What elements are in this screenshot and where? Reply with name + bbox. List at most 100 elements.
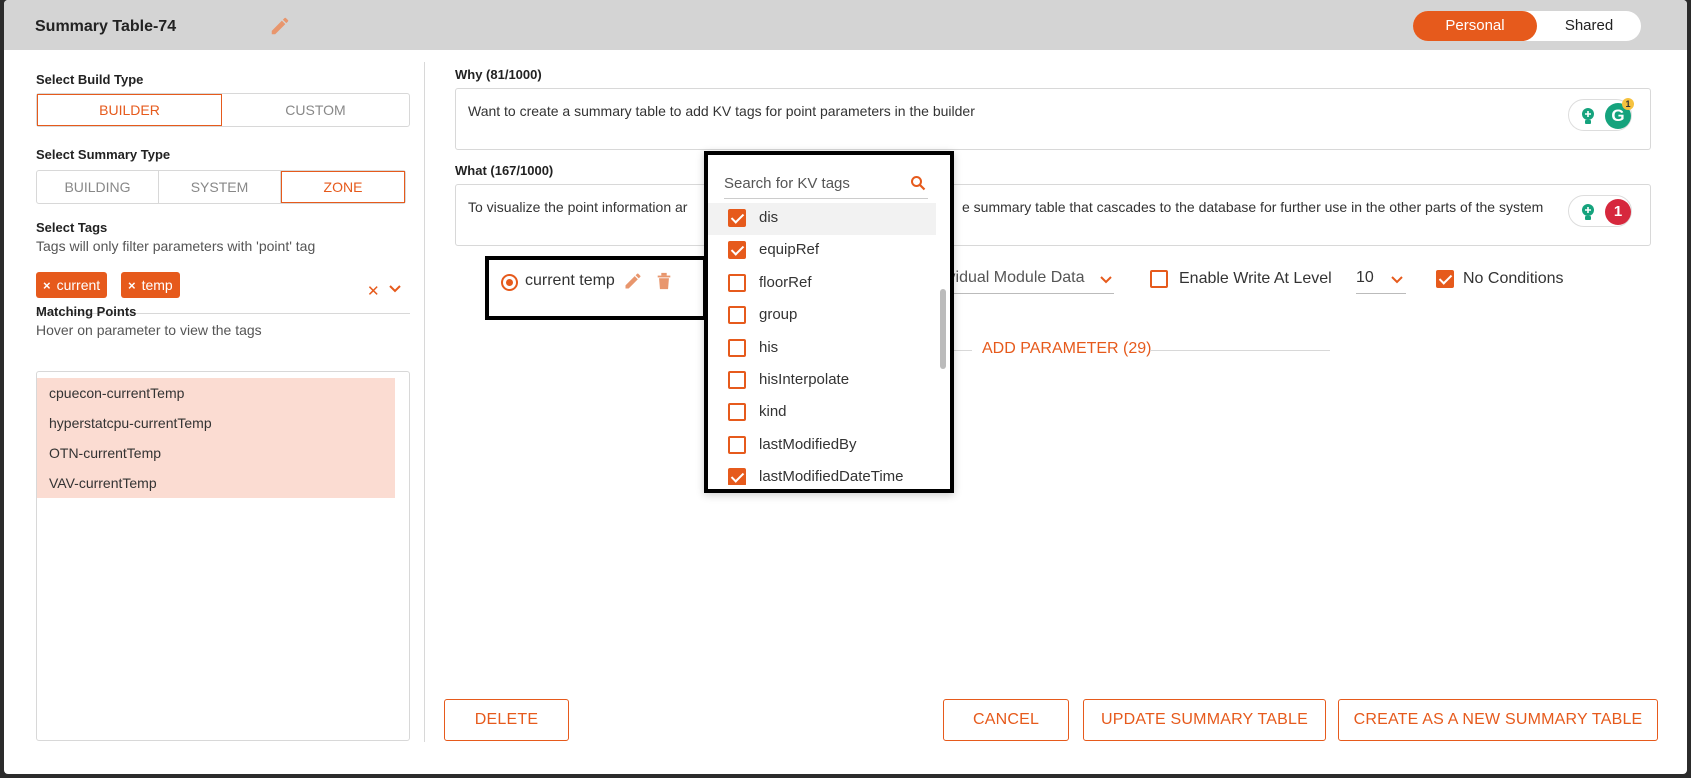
trash-icon[interactable]: [655, 271, 673, 291]
add-parameter-button[interactable]: ADD PARAMETER (29): [978, 340, 1156, 358]
kv-tag-checkbox[interactable]: [728, 338, 746, 357]
kv-tag-item-floorref[interactable]: floorRef: [708, 268, 936, 300]
enable-write-checkbox[interactable]: [1150, 270, 1168, 288]
parameter-radio[interactable]: [501, 274, 518, 291]
kv-tags-search-placeholder: Search for KV tags: [724, 175, 850, 192]
dropdown-scrollbar[interactable]: [940, 289, 946, 369]
list-item[interactable]: OTN-currentTemp: [37, 438, 395, 468]
kv-tag-label: lastModifiedBy: [759, 435, 857, 453]
list-item[interactable]: cpuecon-currentTemp: [37, 378, 395, 408]
what-text-start: To visualize the point information ar: [468, 199, 688, 215]
parameter-name: current temp: [525, 272, 615, 289]
build-type-selector: BUILDER CUSTOM: [36, 93, 410, 127]
build-type-label: Select Build Type: [36, 72, 144, 87]
why-label: Why (81/1000): [455, 67, 542, 82]
kv-tag-item-kind[interactable]: kind: [708, 397, 936, 429]
kv-tag-item-dis[interactable]: dis: [708, 203, 936, 236]
kv-tag-checkbox[interactable]: [728, 370, 746, 389]
page-title: Summary Table-74: [35, 18, 177, 35]
build-type-custom[interactable]: CUSTOM: [222, 94, 409, 126]
summary-type-label: Select Summary Type: [36, 147, 171, 162]
left-panel: Select Build Type BUILDER CUSTOM Select …: [36, 50, 410, 750]
kv-tag-item-hisinterpolate[interactable]: hisInterpolate: [708, 365, 936, 397]
tag-chip-temp: × temp: [121, 272, 180, 298]
why-text: Want to create a summary table to add KV…: [468, 103, 975, 119]
kv-tag-label: hisInterpolate: [759, 370, 850, 388]
list-item[interactable]: VAV-currentTemp: [37, 468, 395, 498]
divider: [954, 350, 972, 351]
search-icon[interactable]: [910, 175, 926, 191]
kv-tags-dropdown: Search for KV tags dis equipRef floorRef: [704, 151, 954, 493]
build-type-builder[interactable]: BUILDER: [37, 94, 222, 126]
kv-tag-item-lastmodifieddatetime[interactable]: lastModifiedDateTime: [708, 462, 936, 485]
summary-type-system[interactable]: SYSTEM: [159, 171, 281, 203]
update-summary-table-button[interactable]: UPDATE SUMMARY TABLE: [1083, 699, 1326, 741]
kv-tag-label: kind: [759, 403, 787, 421]
write-level-value: 10: [1356, 269, 1374, 286]
grammarly-widget[interactable]: G 1: [1568, 98, 1634, 131]
module-data-value: ividual Module Data: [944, 269, 1085, 286]
kv-tag-label: floorRef: [759, 273, 812, 291]
chevron-down-icon[interactable]: [388, 282, 402, 296]
chip-remove-icon[interactable]: ×: [43, 278, 51, 293]
chip-remove-icon[interactable]: ×: [128, 278, 136, 293]
kv-tag-checkbox[interactable]: [728, 403, 746, 422]
lightbulb-icon: [1582, 108, 1594, 124]
no-conditions-label: No Conditions: [1463, 270, 1564, 287]
toggle-personal[interactable]: Personal: [1413, 11, 1537, 41]
kv-tag-checkbox[interactable]: [728, 468, 746, 485]
chevron-down-icon: [1391, 276, 1403, 284]
kv-tag-label: his: [759, 338, 779, 356]
enable-write-label: Enable Write At Level: [1179, 270, 1332, 287]
what-label: What (167/1000): [455, 163, 554, 178]
kv-tag-item-group[interactable]: group: [708, 300, 936, 332]
matching-points-label: Matching Points: [36, 304, 137, 319]
kv-tag-label: equipRef: [759, 241, 820, 259]
why-textarea[interactable]: Want to create a summary table to add KV…: [455, 88, 1651, 150]
what-textarea[interactable]: To visualize the point information ar e …: [455, 184, 1651, 246]
select-tags-label: Select Tags: [36, 220, 108, 235]
kv-tag-checkbox[interactable]: [728, 209, 746, 227]
module-data-select[interactable]: ividual Module Data: [944, 264, 1114, 294]
clear-tags-icon[interactable]: ✕: [367, 282, 380, 300]
select-tags-hint: Tags will only filter parameters with 'p…: [36, 238, 316, 254]
summary-type-building[interactable]: BUILDING: [37, 171, 159, 203]
toggle-shared[interactable]: Shared: [1537, 11, 1641, 41]
kv-tags-list: dis equipRef floorRef group his hisInter…: [708, 203, 936, 485]
kv-tags-search-input[interactable]: Search for KV tags: [724, 169, 928, 199]
tag-chip-label: temp: [141, 277, 173, 293]
grammarly-badge: 1: [1622, 98, 1634, 110]
parameter-item[interactable]: current temp: [485, 256, 707, 320]
tag-chip-current: × current: [36, 272, 108, 298]
kv-tag-checkbox[interactable]: [728, 241, 746, 260]
divider: [1150, 350, 1330, 351]
what-text-end: e summary table that cascades to the dat…: [962, 199, 1544, 215]
lightbulb-icon: [1582, 204, 1594, 220]
summary-type-selector: BUILDING SYSTEM ZONE: [36, 170, 406, 204]
matching-points-list: cpuecon-currentTemp hyperstatcpu-current…: [36, 371, 410, 741]
cancel-button[interactable]: CANCEL: [943, 699, 1069, 741]
write-level-select[interactable]: 10: [1356, 264, 1406, 294]
pencil-icon[interactable]: [269, 15, 291, 37]
tag-chip-label: current: [56, 277, 101, 293]
add-parameter: ADD PARAMETER (29): [954, 340, 1334, 360]
grammarly-issues-count: 1: [1605, 199, 1631, 225]
pencil-icon[interactable]: [623, 271, 643, 291]
matching-points-hint: Hover on parameter to view the tags: [36, 322, 262, 338]
kv-tag-label: group: [759, 306, 798, 324]
delete-button[interactable]: DELETE: [444, 699, 569, 741]
no-conditions-checkbox[interactable]: [1436, 270, 1454, 288]
kv-tag-checkbox[interactable]: [728, 435, 746, 454]
kv-tag-item-lastmodifiedby[interactable]: lastModifiedBy: [708, 430, 936, 462]
kv-tag-checkbox[interactable]: [728, 273, 746, 292]
modal-header: Summary Table-74 Personal Shared: [4, 0, 1687, 50]
kv-tag-checkbox[interactable]: [728, 306, 746, 325]
list-item[interactable]: hyperstatcpu-currentTemp: [37, 408, 395, 438]
grammarly-widget[interactable]: 1: [1568, 195, 1632, 227]
kv-tag-item-equipref[interactable]: equipRef: [708, 235, 936, 267]
panel-divider: [424, 62, 425, 742]
summary-type-zone[interactable]: ZONE: [281, 171, 405, 203]
chevron-down-icon: [1100, 276, 1112, 284]
create-new-summary-table-button[interactable]: CREATE AS A NEW SUMMARY TABLE: [1338, 699, 1658, 741]
kv-tag-item-his[interactable]: his: [708, 333, 936, 365]
